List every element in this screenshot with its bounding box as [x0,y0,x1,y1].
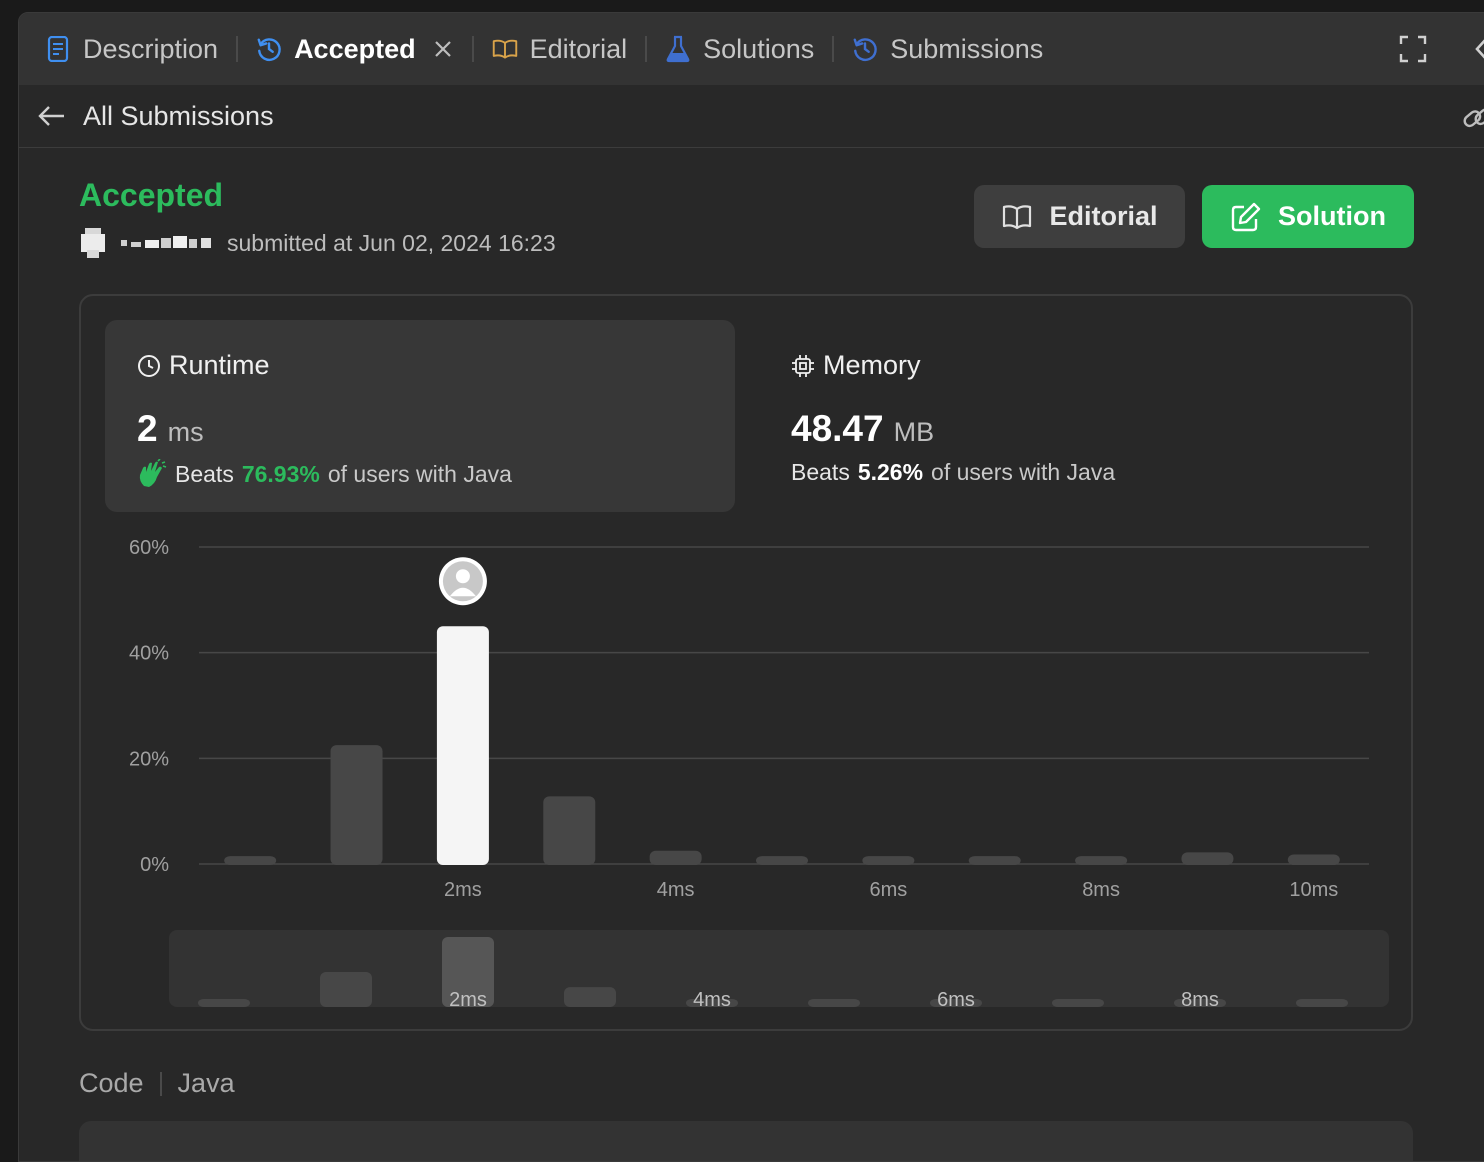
y-tick-label: 60% [129,537,169,559]
code-language: Java [177,1068,235,1098]
history-icon [852,36,878,62]
minimap-tick-label: 6ms [937,989,975,1011]
close-icon[interactable] [432,38,454,60]
x-tick-label: 6ms [869,879,907,901]
tab-solutions[interactable]: Solutions [665,13,814,85]
tab-submissions[interactable]: Submissions [852,13,1043,85]
book-icon [492,36,518,62]
bar [1075,856,1128,865]
avatar-marker-head [455,569,470,584]
tab-accepted[interactable]: Accepted [256,13,454,85]
x-tick-label: 8ms [1082,879,1120,901]
arrow-left-icon[interactable] [37,101,67,131]
username-redacted[interactable] [121,236,217,250]
x-tick-label: 4ms [657,879,695,901]
submission-header: All Submissions [19,85,1484,148]
tab-editorial[interactable]: Editorial [492,13,628,85]
link-icon[interactable] [1461,101,1484,135]
minimap-bar [1052,999,1104,1007]
flask-icon [665,35,691,63]
tab-editorial-label: Editorial [529,33,628,64]
highlighted-bar [436,626,489,865]
x-tick-label: 2ms [444,879,482,901]
status-label: Accepted [79,177,224,213]
avatar[interactable] [79,228,107,258]
bar [968,856,1021,865]
all-submissions-link[interactable]: All Submissions [83,101,274,132]
tab-submissions-label: Submissions [890,33,1044,64]
bar [224,856,277,865]
code-divider [159,1071,162,1096]
minimap-tick-label: 2ms [449,989,487,1011]
chevron-left-icon[interactable] [1471,35,1484,63]
tab-accepted-label: Accepted [294,33,416,64]
minimap-bar [564,987,616,1007]
minimap-bar [1296,999,1348,1007]
minimap-bar [808,999,860,1007]
performance-card: Runtime 2 ms Beats 76.93% of users with J… [79,294,1413,1031]
tab-divider [236,36,239,62]
solution-button-label: Solution [1278,201,1386,231]
minimap-tick-label: 8ms [1181,989,1219,1011]
bar [543,796,596,865]
tab-divider [471,36,474,62]
minimap-bar [198,999,250,1007]
submission-panel: Description Accepted Editorial Solutions [18,12,1484,1162]
tab-description[interactable]: Description [45,13,218,85]
bar [1287,854,1340,865]
fullscreen-icon[interactable] [1399,35,1427,63]
submitted-time: submitted at Jun 02, 2024 16:23 [227,229,556,256]
tab-description-label: Description [83,33,219,64]
tab-solutions-label: Solutions [703,33,815,64]
history-icon [256,36,282,62]
bar [756,856,808,865]
edit-icon [1230,201,1262,233]
y-tick-label: 40% [129,643,169,665]
minimap-bar [320,972,372,1007]
y-tick-label: 0% [140,854,169,876]
solution-button[interactable]: Solution [1202,185,1414,248]
tab-divider [645,36,648,62]
bar [649,850,702,865]
editorial-button[interactable]: Editorial [974,185,1185,248]
code-header: Code Java [79,1068,235,1099]
code-label: Code [79,1068,144,1098]
tab-bar: Description Accepted Editorial Solutions [19,13,1484,85]
minimap-tick-label: 4ms [693,989,731,1011]
editorial-button-label: Editorial [1049,201,1158,231]
bar [862,856,915,865]
x-tick-label: 10ms [1289,879,1338,901]
book-icon [1001,201,1033,233]
code-block[interactable] [79,1121,1413,1161]
bar [330,745,383,865]
description-icon [45,36,71,62]
y-tick-label: 20% [129,748,169,770]
runtime-distribution-chart: 60%40%20%0%2ms4ms6ms8ms10ms2ms4ms6ms8ms1… [129,537,1389,1011]
submitter-info: submitted at Jun 02, 2024 16:23 [79,228,556,258]
bar [1181,852,1234,865]
tab-divider [832,36,835,62]
